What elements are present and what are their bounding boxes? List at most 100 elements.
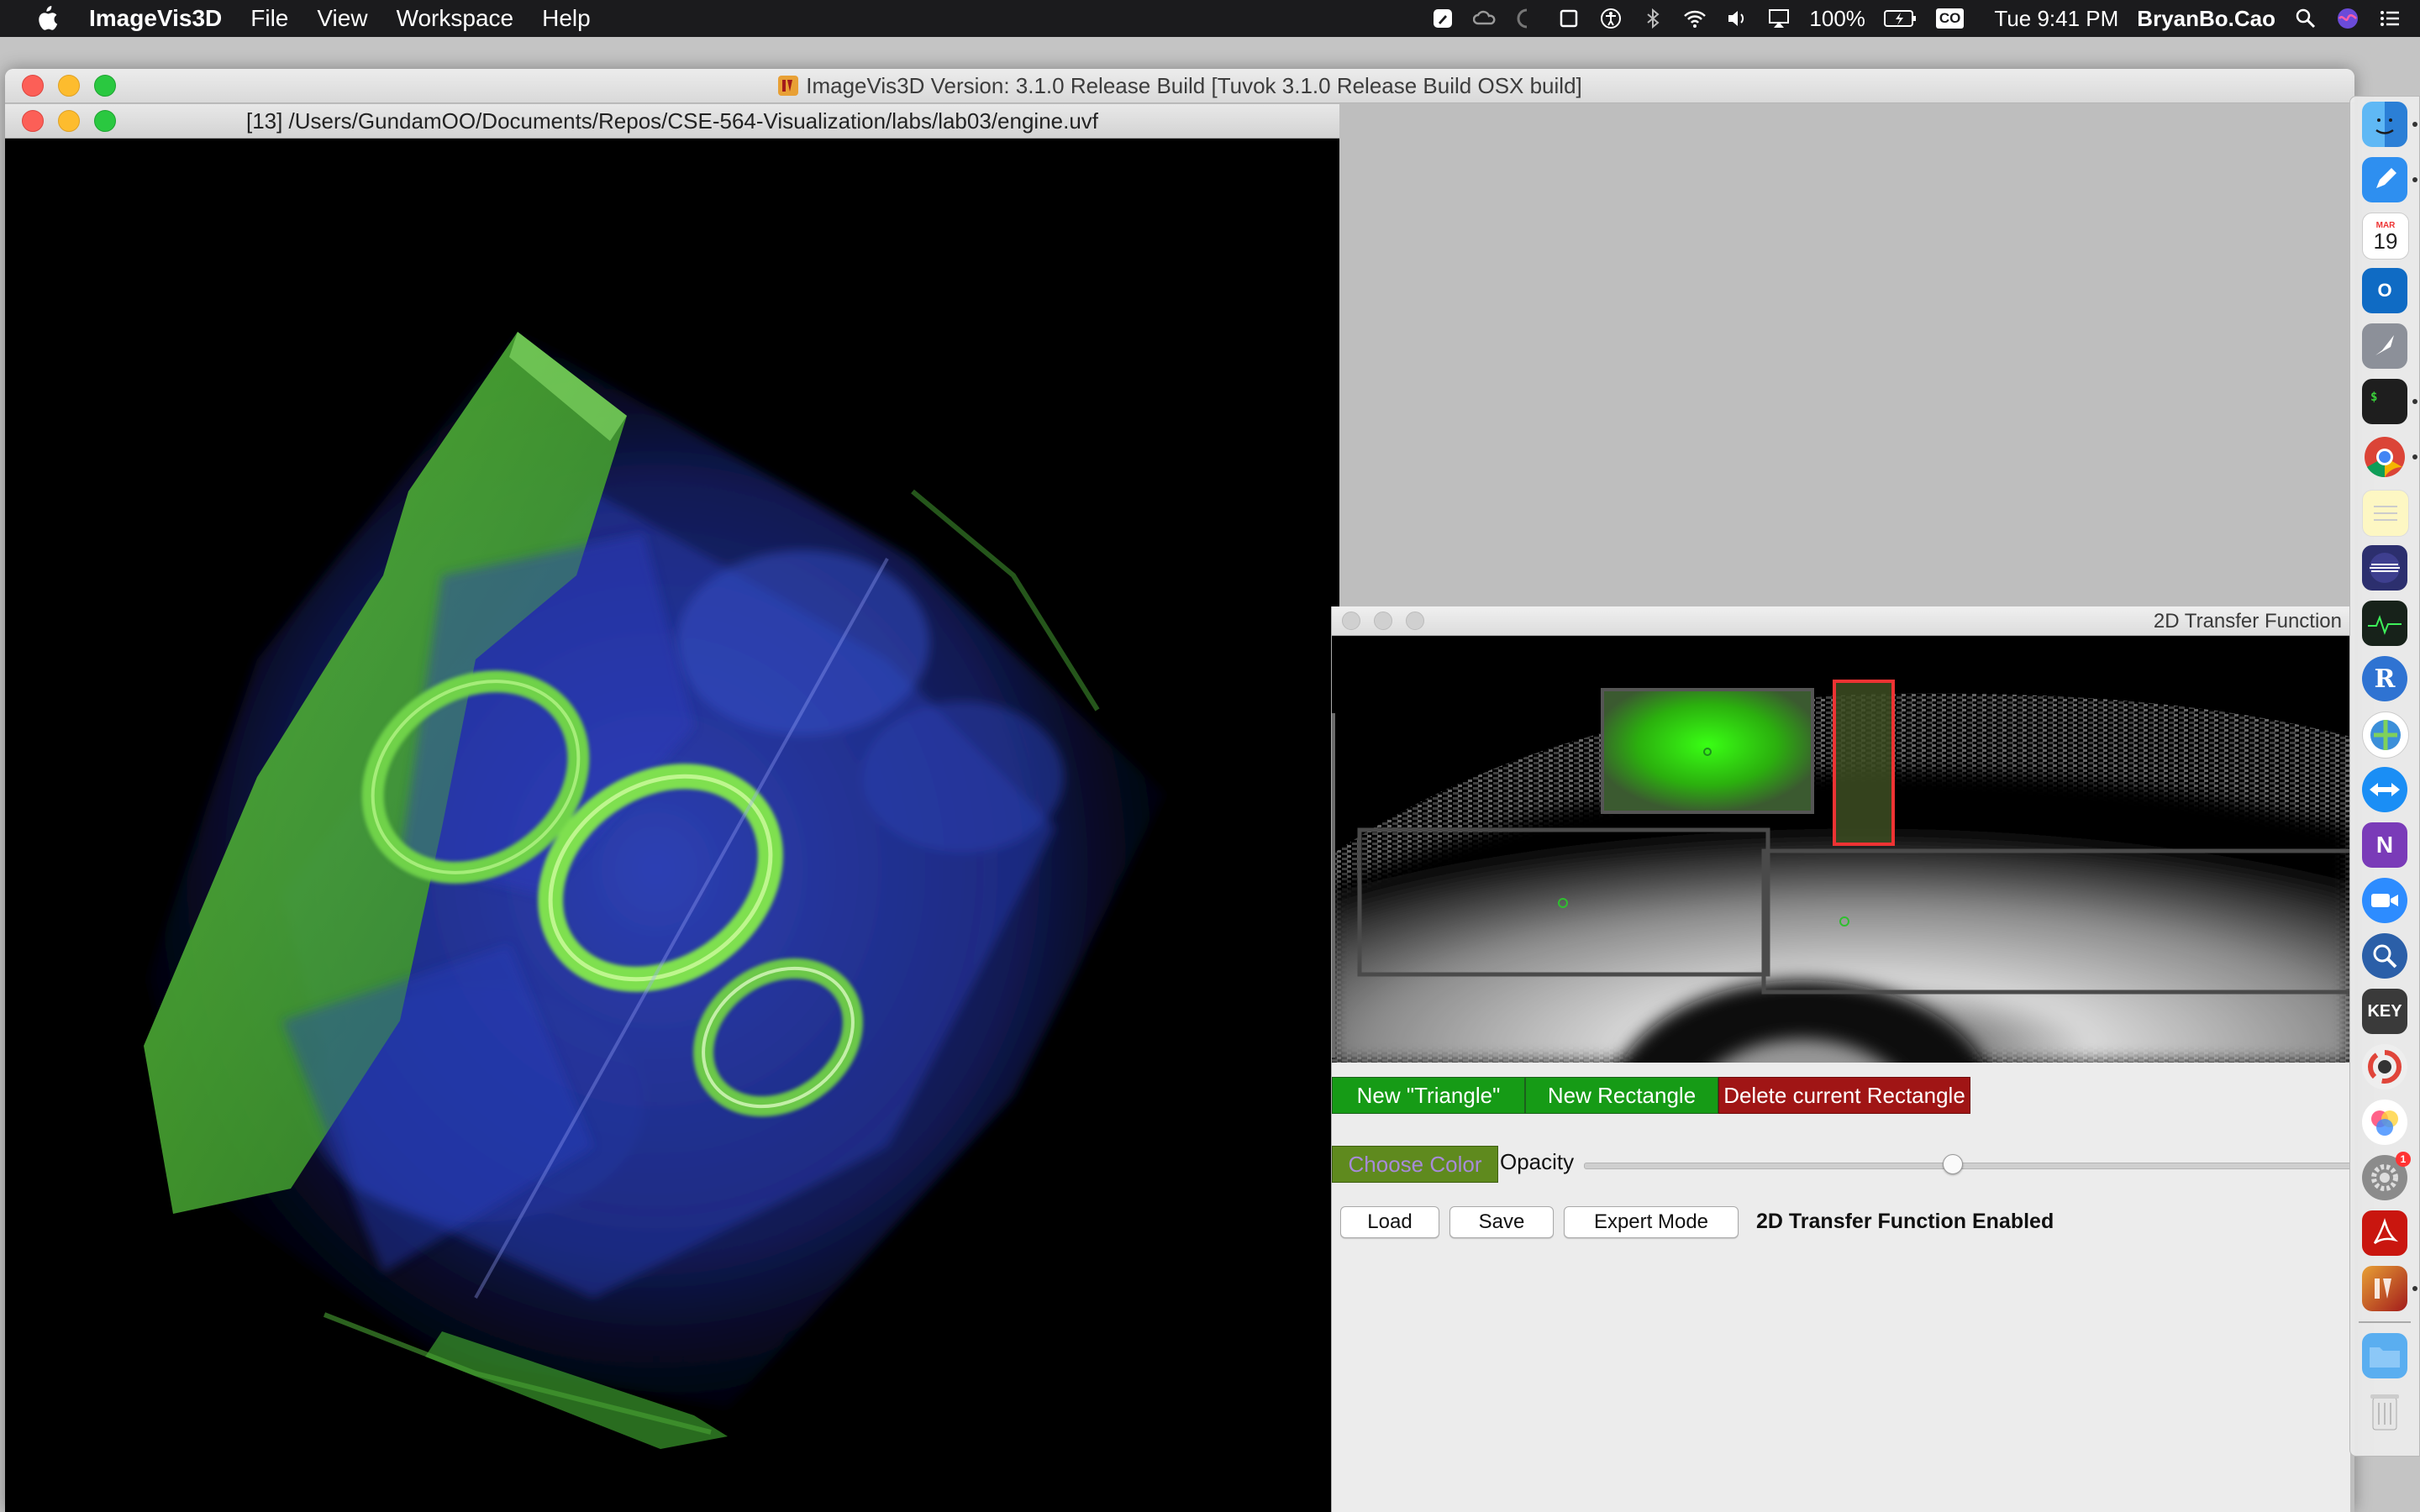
render-window-title: [13] /Users/GundamOO/Documents/Repos/CSE… [245, 108, 1099, 134]
opacity-slider-handle[interactable] [1942, 1154, 1963, 1174]
color-app-icon[interactable] [2362, 1100, 2407, 1145]
render-window: [13] /Users/GundamOO/Documents/Repos/CSE… [5, 104, 1339, 1512]
terminal-running-indicator [2412, 399, 2417, 404]
delete-rectangle-button[interactable]: Delete current Rectangle [1718, 1077, 1970, 1114]
engine-volume-rendering [144, 332, 1165, 1449]
wifi-icon[interactable] [1683, 7, 1707, 30]
transfer-function-title: 2D Transfer Function [2153, 610, 2342, 633]
terminal-icon[interactable]: $ [2362, 379, 2407, 424]
dock-divider [2359, 1321, 2411, 1323]
file-menu[interactable]: File [250, 5, 288, 32]
calendar-icon[interactable]: MAR 19 [2362, 213, 2409, 260]
transfer-function-titlebar[interactable]: 2D Transfer Function [1332, 606, 2350, 636]
downloads-folder-icon[interactable] [2362, 1333, 2407, 1378]
dock: MAR 19 O $ R N KEY 1 [2349, 96, 2420, 1457]
magnifier-app-icon[interactable] [2362, 933, 2407, 979]
app-logo-icon [777, 75, 799, 97]
apple-menu-icon[interactable] [34, 4, 59, 33]
trash-icon[interactable] [2362, 1389, 2407, 1434]
teamviewer-icon[interactable] [2362, 767, 2407, 812]
render-window-controls [22, 104, 116, 138]
zoom-app-icon[interactable] [2362, 878, 2407, 923]
volume-render-view[interactable] [5, 139, 1339, 1512]
outlook-icon[interactable]: O [2362, 268, 2407, 313]
main-window-titlebar[interactable]: ImageVis3D Version: 3.1.0 Release Build … [5, 69, 2354, 103]
clock[interactable]: Tue 9:41 PM [1994, 6, 2118, 32]
histogram-plot [1332, 636, 2350, 1063]
render-close-button[interactable] [22, 110, 44, 132]
minimize-button[interactable] [58, 75, 80, 97]
r-app-icon[interactable]: R [2362, 656, 2407, 701]
workspace-menu[interactable]: Workspace [397, 5, 514, 32]
disk-utility-icon[interactable] [2362, 1044, 2407, 1089]
new-triangle-button[interactable]: New "Triangle" [1332, 1077, 1525, 1114]
expert-mode-button[interactable]: Expert Mode [1564, 1206, 1739, 1238]
input-source-badge[interactable]: CO [1935, 8, 1965, 29]
onenote-icon[interactable]: N [2362, 822, 2407, 868]
choose-color-button[interactable]: Choose Color [1332, 1146, 1498, 1183]
airplay-icon[interactable] [1767, 7, 1791, 30]
user-menu[interactable]: BryanBo.Cao [2137, 6, 2275, 32]
calendar-day: 19 [2373, 228, 2398, 254]
finder-icon[interactable] [2362, 102, 2407, 147]
volume-icon[interactable] [1725, 7, 1749, 30]
system-preferences-icon[interactable]: 1 [2362, 1152, 2411, 1200]
tf-minimize-button[interactable] [1374, 612, 1392, 630]
outlook-label: O [2377, 280, 2392, 301]
sync-icon[interactable] [1515, 7, 1539, 30]
render-minimize-button[interactable] [58, 110, 80, 132]
render-zoom-button[interactable] [94, 110, 116, 132]
acrobat-icon[interactable] [2362, 1210, 2407, 1256]
onenote-label: N [2375, 832, 2394, 858]
tf-zoom-button[interactable] [1406, 612, 1424, 630]
load-button[interactable]: Load [1340, 1206, 1439, 1238]
histogram-canvas[interactable] [1332, 636, 2350, 1063]
notification-center-icon[interactable] [2378, 7, 2402, 30]
chrome-icon[interactable] [2362, 434, 2407, 480]
transfer-function-window-controls [1342, 606, 1424, 635]
preferences-badge: 1 [2396, 1152, 2411, 1167]
pen-running-indicator [2412, 177, 2417, 182]
pen-app-icon[interactable] [2362, 157, 2407, 202]
imagevis3d-running-indicator [2412, 1286, 2417, 1291]
new-rectangle-button[interactable]: New Rectangle [1525, 1077, 1718, 1114]
zoom-button[interactable] [94, 75, 116, 97]
help-menu[interactable]: Help [542, 5, 591, 32]
menu-bar: ImageVis3D File View Workspace Help 100%… [0, 0, 2420, 37]
siri-icon[interactable] [2336, 7, 2360, 30]
transfer-function-window: 2D Transfer Function New "Triangle" New … [1331, 606, 2352, 1512]
accessibility-icon[interactable] [1599, 7, 1623, 30]
input-source-label: CO [1935, 8, 1965, 29]
battery-icon[interactable] [1883, 8, 1918, 29]
render-window-titlebar[interactable]: [13] /Users/GundamOO/Documents/Repos/CSE… [5, 104, 1339, 139]
opacity-slider-track[interactable] [1584, 1163, 2352, 1169]
save-button[interactable]: Save [1449, 1206, 1554, 1238]
notes-icon[interactable] [2362, 490, 2409, 537]
keynote-icon[interactable]: KEY [2362, 989, 2407, 1034]
window-controls [22, 69, 116, 102]
status-area: 100% CO Tue 9:41 PM BryanBo.Cao [1431, 0, 2420, 37]
r-label: R [2374, 664, 2396, 694]
finder-running-indicator [2412, 122, 2417, 127]
imagevis3d-dock-icon[interactable] [2362, 1266, 2407, 1311]
network-app-icon[interactable] [2362, 711, 2409, 759]
eclipse-icon[interactable] [2362, 545, 2407, 591]
opacity-label: Opacity [1500, 1149, 1575, 1174]
creative-cloud-icon[interactable] [1473, 7, 1497, 30]
svg-text:$: $ [2370, 391, 2377, 404]
window-icon[interactable] [1557, 7, 1581, 30]
activity-monitor-icon[interactable] [2362, 601, 2407, 646]
bluetooth-icon[interactable] [1641, 7, 1665, 30]
close-button[interactable] [22, 75, 44, 97]
launchpad-icon[interactable] [2362, 323, 2407, 369]
app-menu[interactable]: ImageVis3D [89, 5, 222, 32]
main-window-title: ImageVis3D Version: 3.1.0 Release Build … [806, 72, 1582, 98]
transfer-function-status: 2D Transfer Function Enabled [1756, 1210, 2054, 1233]
widget-button-row: New "Triangle" New Rectangle Delete curr… [1332, 1077, 1970, 1114]
keynote-label: KEY [2367, 1001, 2402, 1021]
pen-tool-icon[interactable] [1431, 7, 1455, 30]
view-menu[interactable]: View [317, 5, 367, 32]
spotlight-search-icon[interactable] [2294, 7, 2317, 30]
tf-close-button[interactable] [1342, 612, 1360, 630]
chrome-running-indicator [2412, 454, 2417, 459]
